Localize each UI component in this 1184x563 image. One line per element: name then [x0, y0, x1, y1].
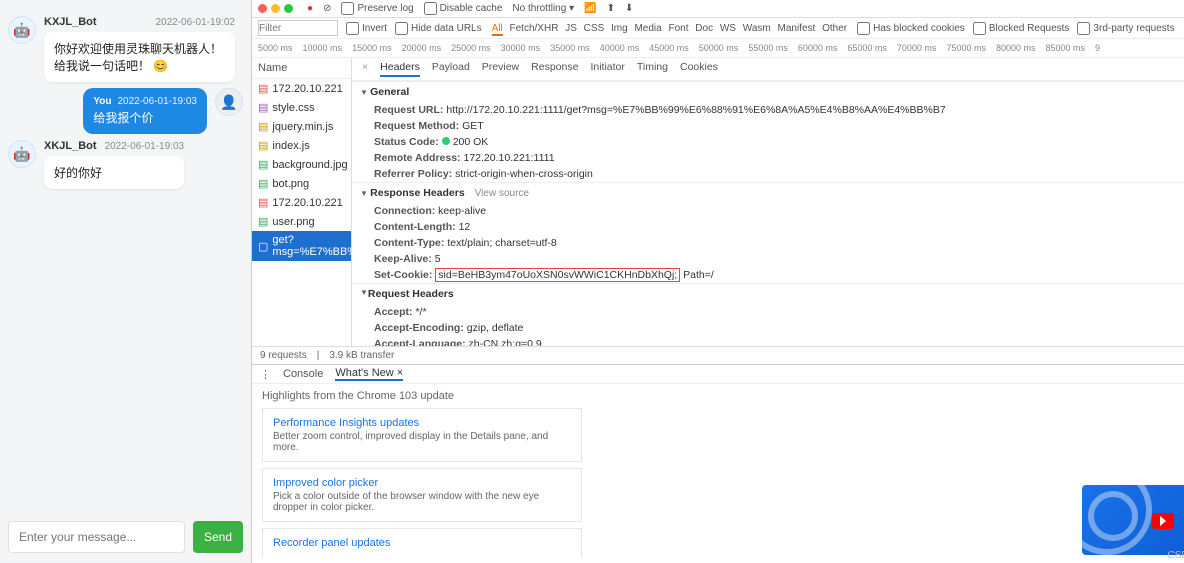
type-all[interactable]: All	[492, 23, 503, 36]
request-row[interactable]: ▤bot.png	[252, 174, 351, 193]
name-header[interactable]: Name	[252, 58, 351, 79]
message-input[interactable]	[8, 521, 185, 553]
bot-name: XKJL_Bot	[44, 140, 97, 152]
type-filters: All Fetch/XHR JS CSS Img Media Font Doc …	[490, 23, 849, 34]
bot-message: 🤖 XKJL_Bot 2022-06-01-19:03 好的你好	[8, 140, 243, 189]
whats-new-card[interactable]: Improved color pickerPick a color outsid…	[262, 468, 582, 522]
watermark: CSDN @colourmind	[1167, 550, 1184, 561]
drawer: ⋮ Console What's New × × Highlights from…	[252, 364, 1184, 563]
request-row[interactable]: ▢get?msg=%E7%BB%9...	[252, 231, 351, 261]
transfer-size: 3.9 kB transfer	[329, 350, 394, 361]
set-cookie-highlight: sid=BeHB3ym47oUoXSN0svWWiC1CKHnDbXhQj;	[435, 268, 680, 282]
request-row[interactable]: ▤jquery.min.js	[252, 117, 351, 136]
request-row[interactable]: ▤172.20.10.221	[252, 193, 351, 212]
close-detail-icon[interactable]: ×	[362, 61, 368, 77]
request-row[interactable]: ▤style.css	[252, 98, 351, 117]
you-text: 给我报个价	[93, 109, 197, 126]
section-request-headers[interactable]: Request HeadersView sou	[352, 284, 1184, 304]
filter-input[interactable]	[258, 20, 338, 36]
request-row[interactable]: ▤172.20.10.221	[252, 79, 351, 98]
third-party-checkbox[interactable]: 3rd-party requests	[1077, 22, 1174, 35]
tab-headers[interactable]: Headers	[380, 61, 420, 77]
wifi-icon[interactable]: 📶	[584, 3, 596, 14]
tab-timing[interactable]: Timing	[637, 61, 668, 77]
tab-cookies[interactable]: Cookies	[680, 61, 718, 77]
throttling-select[interactable]: No throttling ▾	[512, 3, 574, 14]
whats-new-title: Highlights from the Chrome 103 update	[262, 390, 1184, 402]
whats-new-card[interactable]: Performance Insights updatesBetter zoom …	[262, 408, 582, 462]
devtools-toolbar: ● ⊘ Preserve log Disable cache No thrott…	[252, 0, 1184, 18]
section-response-headers[interactable]: Response HeadersView source	[352, 183, 1184, 203]
play-icon	[1152, 513, 1174, 529]
tab-preview[interactable]: Preview	[482, 61, 519, 77]
tab-payload[interactable]: Payload	[432, 61, 470, 77]
drawer-menu-icon[interactable]: ⋮	[260, 368, 271, 381]
user-avatar: 👤	[215, 88, 243, 116]
record-icon[interactable]: ●	[307, 3, 313, 14]
clear-icon[interactable]: ⊘	[323, 3, 331, 14]
tab-whats-new[interactable]: What's New ×	[335, 367, 403, 381]
blocked-requests-checkbox[interactable]: Blocked Requests	[973, 22, 1070, 35]
preserve-log-checkbox[interactable]: Preserve log	[341, 2, 413, 15]
bot-avatar: 🤖	[8, 140, 36, 168]
disable-cache-checkbox[interactable]: Disable cache	[424, 2, 503, 15]
devtools: ● ⊘ Preserve log Disable cache No thrott…	[251, 0, 1184, 563]
bot-text: 好的你好	[44, 156, 184, 189]
send-button[interactable]: Send	[193, 521, 243, 553]
network-status-bar: 9 requests | 3.9 kB transfer	[252, 346, 1184, 364]
detail-tabs: × Headers Payload Preview Response Initi…	[352, 58, 1184, 81]
hide-dataurl-checkbox[interactable]: Hide data URLs	[395, 22, 482, 35]
msg-time: 2022-06-01-19:02	[155, 17, 235, 28]
waterfall-timeline[interactable]: 5000 ms10000 ms15000 ms20000 ms25000 ms3…	[252, 39, 1184, 58]
upload-icon[interactable]: ⬆	[607, 3, 615, 14]
bot-name: KXJL_Bot	[44, 16, 97, 28]
msg-time: 2022-06-01-19:03	[117, 96, 197, 107]
blocked-cookies-checkbox[interactable]: Has blocked cookies	[857, 22, 965, 35]
promo-video[interactable]: new	[1082, 485, 1184, 555]
section-general[interactable]: General	[352, 82, 1184, 102]
request-detail: × Headers Payload Preview Response Initi…	[352, 58, 1184, 346]
you-label: You	[93, 96, 111, 107]
whats-new-card[interactable]: Recorder panel updates	[262, 528, 582, 557]
request-list: Name ▤172.20.10.221▤style.css▤jquery.min…	[252, 58, 352, 346]
invert-checkbox[interactable]: Invert	[346, 22, 387, 35]
tab-initiator[interactable]: Initiator	[590, 61, 624, 77]
request-row[interactable]: ▤index.js	[252, 136, 351, 155]
msg-time: 2022-06-01-19:03	[105, 141, 185, 152]
request-row[interactable]: ▤user.png	[252, 212, 351, 231]
bot-text: 你好欢迎使用灵珠聊天机器人！给我说一句话吧！ 😊	[44, 32, 235, 82]
chat-pane: 🤖 KXJL_Bot 2022-06-01-19:02 你好欢迎使用灵珠聊天机器人…	[0, 0, 251, 563]
tab-response[interactable]: Response	[531, 61, 578, 77]
bot-avatar: 🤖	[8, 16, 36, 44]
request-count: 9 requests	[260, 350, 307, 361]
bot-message: 🤖 KXJL_Bot 2022-06-01-19:02 你好欢迎使用灵珠聊天机器人…	[8, 16, 243, 82]
view-source-link[interactable]: View source	[475, 188, 529, 199]
messages: 🤖 KXJL_Bot 2022-06-01-19:02 你好欢迎使用灵珠聊天机器人…	[8, 10, 243, 513]
request-url: http://172.20.10.221:1111/get?msg=%E7%BB…	[446, 104, 945, 116]
tab-console[interactable]: Console	[283, 368, 323, 380]
download-icon[interactable]: ⬇	[625, 3, 633, 14]
you-message: You 2022-06-01-19:03 给我报个价 👤	[8, 88, 243, 134]
filter-bar: Invert Hide data URLs All Fetch/XHR JS C…	[252, 18, 1184, 39]
request-row[interactable]: ▤background.jpg	[252, 155, 351, 174]
